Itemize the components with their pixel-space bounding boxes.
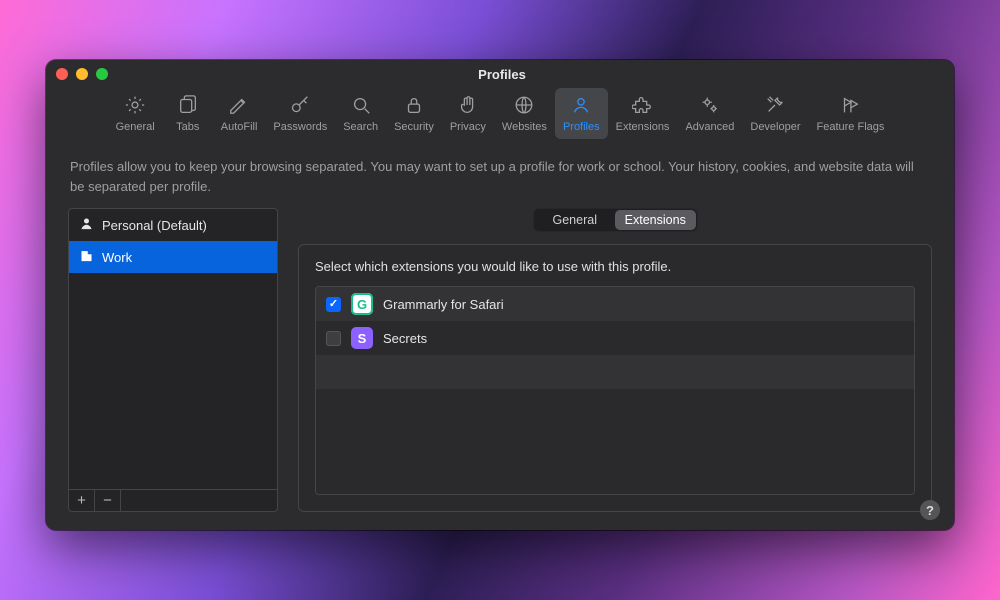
detail-segmented-control: General Extensions <box>533 208 698 232</box>
tab-label: Developer <box>750 121 800 133</box>
tab-extensions[interactable]: Extensions <box>608 88 678 139</box>
tab-autofill[interactable]: AutoFill <box>213 88 266 139</box>
tab-search[interactable]: Search <box>335 88 386 139</box>
tab-general[interactable]: General <box>108 88 163 139</box>
profiles-description: Profiles allow you to keep your browsing… <box>46 145 954 208</box>
lock-icon <box>403 94 425 119</box>
sidebar-footer: + − <box>69 489 277 511</box>
segment-general[interactable]: General <box>535 210 616 230</box>
tab-label: AutoFill <box>221 121 258 133</box>
tab-label: Websites <box>502 121 547 133</box>
tab-label: Feature Flags <box>817 121 885 133</box>
extension-name: Grammarly for Safari <box>383 297 504 312</box>
window-title: Profiles <box>108 67 896 82</box>
globe-icon <box>513 94 535 119</box>
tab-label: Extensions <box>616 121 670 133</box>
content-body: Personal (Default) Work + − General Exte… <box>46 208 954 530</box>
add-profile-button[interactable]: + <box>69 490 95 511</box>
tab-websites[interactable]: Websites <box>494 88 555 139</box>
tab-label: Advanced <box>685 121 734 133</box>
tab-label: Profiles <box>563 121 600 133</box>
person-icon <box>570 94 592 119</box>
profile-detail-pane: General Extensions Select which extensio… <box>298 208 932 512</box>
preferences-toolbar: General Tabs AutoFill Passwords Search S… <box>46 88 954 145</box>
segmented-control-wrap: General Extensions <box>298 208 932 232</box>
extensions-list: G Grammarly for Safari S Secrets <box>315 286 915 495</box>
segment-extensions[interactable]: Extensions <box>615 210 696 230</box>
profiles-sidebar: Personal (Default) Work + − <box>68 208 278 512</box>
window-controls <box>56 68 108 80</box>
extension-row[interactable]: G Grammarly for Safari <box>316 287 914 321</box>
extension-name: Secrets <box>383 331 427 346</box>
tab-tabs[interactable]: Tabs <box>163 88 213 139</box>
key-icon <box>289 94 311 119</box>
extension-row[interactable]: S Secrets <box>316 321 914 355</box>
tab-developer[interactable]: Developer <box>742 88 808 139</box>
extensions-panel: Select which extensions you would like t… <box>298 244 932 512</box>
extensions-panel-description: Select which extensions you would like t… <box>315 259 915 274</box>
search-icon <box>350 94 372 119</box>
tab-privacy[interactable]: Privacy <box>442 88 494 139</box>
sidebar-item-personal[interactable]: Personal (Default) <box>69 209 277 241</box>
tools-icon <box>764 94 786 119</box>
extension-app-icon: S <box>351 327 373 349</box>
close-window-button[interactable] <box>56 68 68 80</box>
zoom-window-button[interactable] <box>96 68 108 80</box>
extension-row-empty <box>316 355 914 389</box>
tab-advanced[interactable]: Advanced <box>677 88 742 139</box>
tabs-icon <box>177 94 199 119</box>
tab-passwords[interactable]: Passwords <box>265 88 335 139</box>
tab-profiles[interactable]: Profiles <box>555 88 608 139</box>
hand-icon <box>457 94 479 119</box>
titlebar: Profiles <box>46 60 954 88</box>
tab-label: Tabs <box>176 121 199 133</box>
puzzle-icon <box>632 94 654 119</box>
sidebar-item-label: Work <box>102 250 132 265</box>
remove-profile-button[interactable]: − <box>95 490 121 511</box>
extension-checkbox[interactable] <box>326 297 341 312</box>
gears-icon <box>699 94 721 119</box>
tab-feature-flags[interactable]: Feature Flags <box>809 88 893 139</box>
profiles-list: Personal (Default) Work <box>69 209 277 489</box>
tab-label: Passwords <box>273 121 327 133</box>
help-button[interactable]: ? <box>920 500 940 520</box>
tab-label: General <box>116 121 155 133</box>
extension-row-empty <box>316 389 914 423</box>
extension-app-icon: G <box>351 293 373 315</box>
sidebar-item-label: Personal (Default) <box>102 218 207 233</box>
sidebar-item-work[interactable]: Work <box>69 241 277 273</box>
gear-icon <box>124 94 146 119</box>
extension-checkbox[interactable] <box>326 331 341 346</box>
minimize-window-button[interactable] <box>76 68 88 80</box>
tab-label: Privacy <box>450 121 486 133</box>
person-icon <box>79 216 94 234</box>
pencil-icon <box>228 94 250 119</box>
tab-label: Search <box>343 121 378 133</box>
tab-security[interactable]: Security <box>386 88 442 139</box>
tab-label: Security <box>394 121 434 133</box>
flags-icon <box>839 94 861 119</box>
building-icon <box>79 248 94 266</box>
preferences-window: Profiles General Tabs AutoFill Passwords… <box>46 60 954 530</box>
